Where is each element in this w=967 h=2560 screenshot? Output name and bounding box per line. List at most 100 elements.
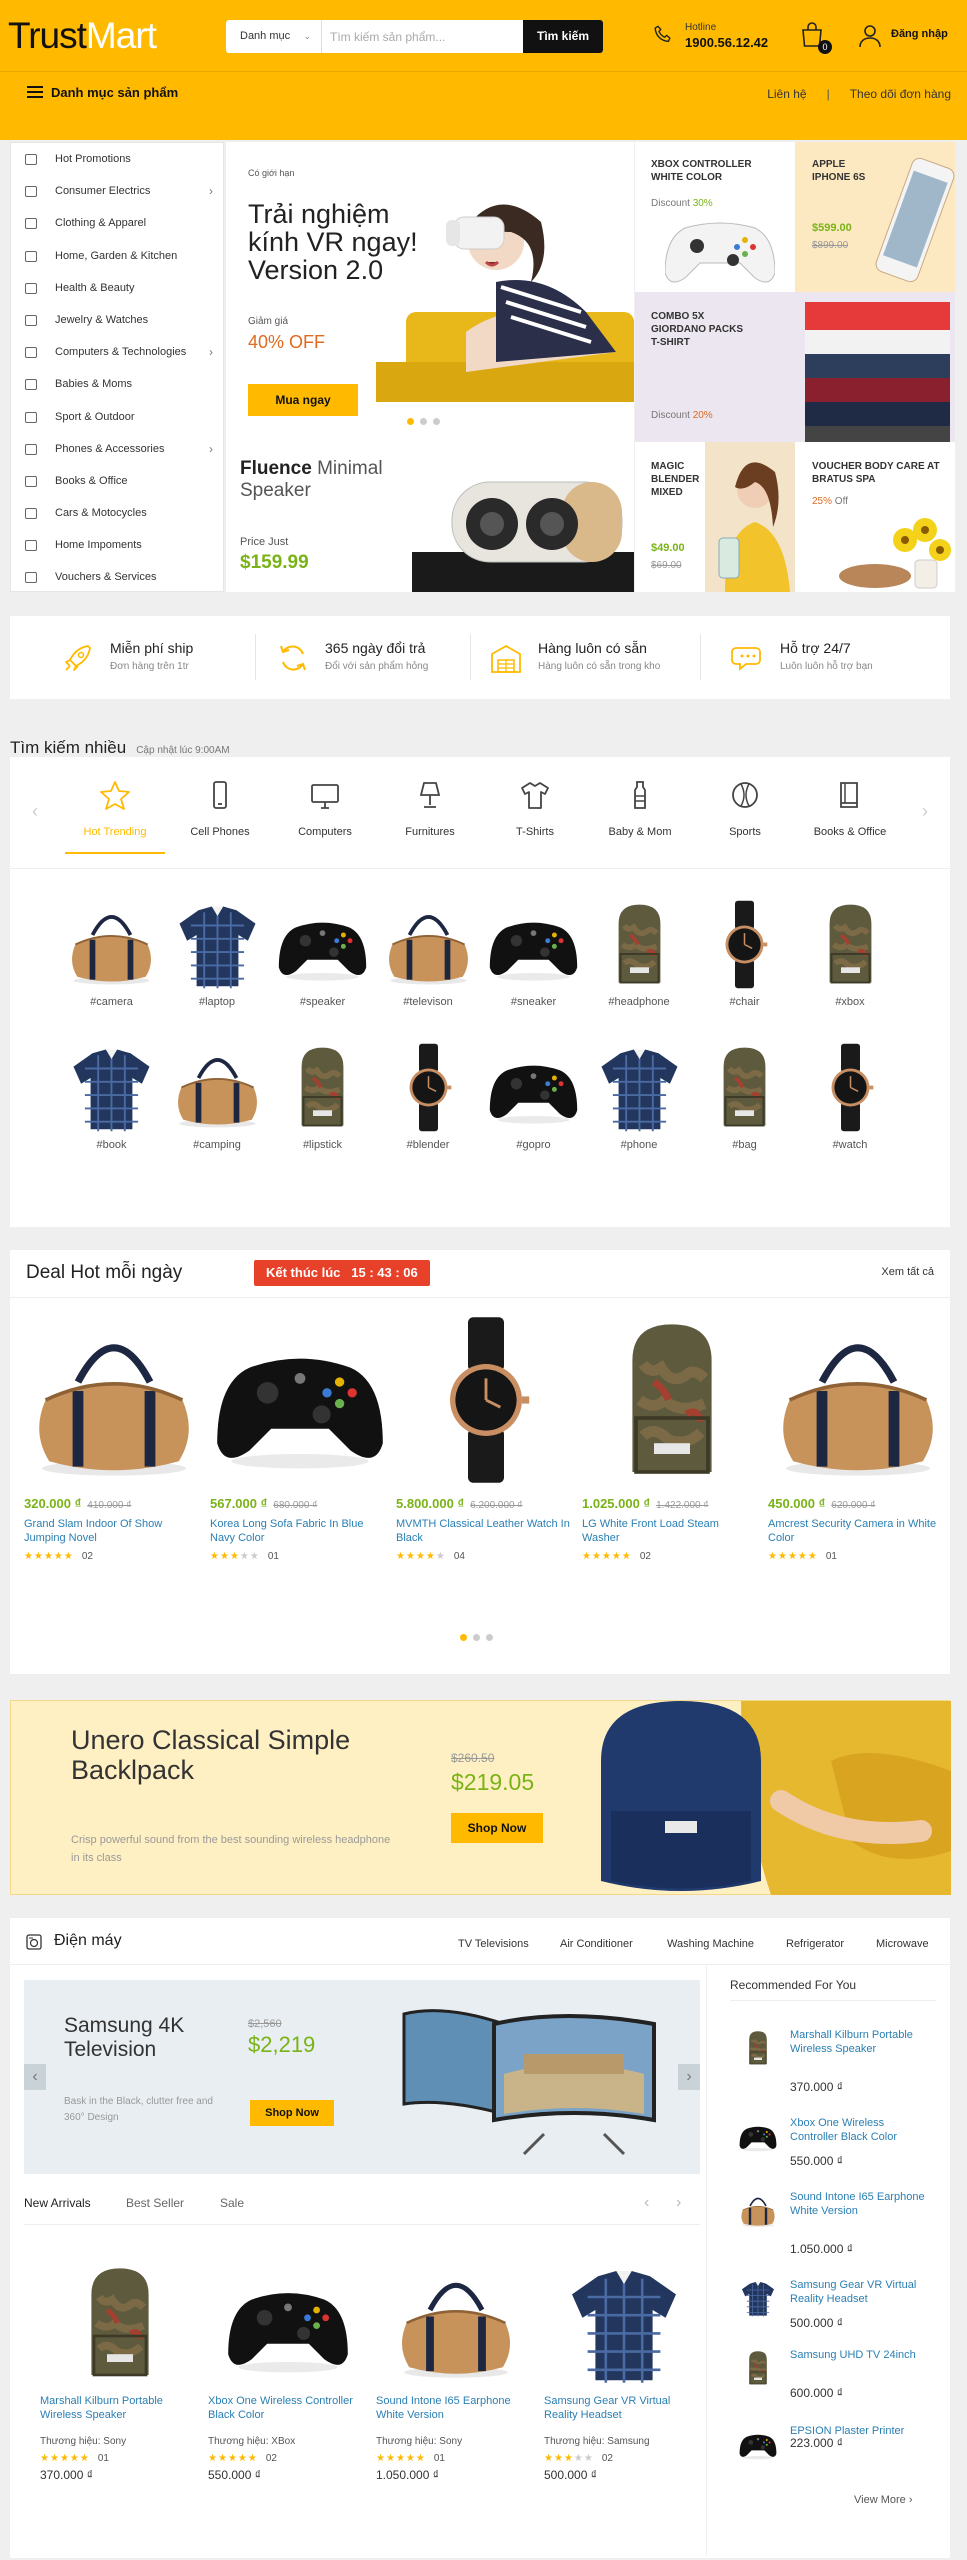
deal-dot-1[interactable] [460, 1634, 467, 1641]
iphone-tile[interactable]: APPLE IPHONE 6S $599.00 $899.00 [795, 142, 955, 292]
search-category-select[interactable]: Danh mục ⌄ [226, 20, 322, 53]
sidebar-item[interactable]: Cars & Motocycles [11, 497, 223, 529]
trending-product[interactable]: #bag [697, 1040, 792, 1151]
category-tab[interactable]: Books & Office [800, 779, 900, 838]
trending-product[interactable]: #televison [381, 897, 476, 1008]
recommended-item[interactable]: EPSION Plaster Printer 223.000 ₫ [738, 2424, 958, 2512]
sidebar-item[interactable]: Home, Garden & Kitchen [11, 240, 223, 272]
promo-shop-now-button[interactable]: Shop Now [250, 2100, 334, 2126]
product-name[interactable]: Marshall Kilburn Portable Wireless Speak… [790, 2028, 925, 2056]
category-tab[interactable]: T-Shirts [485, 779, 585, 838]
product-filter-tab[interactable]: New Arrivals [24, 2196, 91, 2210]
electronics-tab[interactable]: Microwave [876, 1938, 929, 1950]
backpack-banner[interactable]: Unero Classical Simple Backlpack Crisp p… [10, 1700, 951, 1895]
hero-dot-1[interactable] [407, 418, 414, 425]
sidebar-item[interactable]: Jewelry & Watches [11, 304, 223, 336]
prev-arrow-icon[interactable]: ‹ [32, 801, 38, 822]
new-arrival-product[interactable]: Xbox One Wireless Controller Black Color… [208, 2258, 368, 2482]
sidebar-item[interactable]: Consumer Electrics › [11, 175, 223, 207]
deal-product[interactable]: 450.000 ₫ 620.000 ₫ Amcrest Security Camer… [768, 1310, 948, 1562]
deal-product[interactable]: 1.025.000 ₫ 1.422.000 ₫ LG White Front Loa… [582, 1310, 762, 1562]
deal-product[interactable]: 320.000 ₫ 410.000 ₫ Grand Slam Indoor Of S… [24, 1310, 204, 1562]
xbox-controller-tile[interactable]: XBOX CONTROLLER WHITE COLOR Discount 30% [635, 142, 795, 292]
recommended-item[interactable]: Sound Intone I65 Earphone White Version 1… [738, 2190, 958, 2278]
product-name[interactable]: LG White Front Load Steam Washer [582, 1517, 757, 1545]
sidebar-item[interactable]: Vouchers & Services [11, 561, 223, 593]
sidebar-item[interactable]: Hot Promotions [11, 143, 223, 175]
product-name[interactable]: Sound Intone I65 Earphone White Version [376, 2394, 536, 2436]
blender-tile[interactable]: MAGIC BLENDER MIXED $49.00 $69.00 [635, 442, 795, 592]
product-name[interactable]: Xbox One Wireless Controller Black Color [790, 2116, 925, 2144]
samsung-tv-promo[interactable]: ‹ › Samsung 4K Television $2,560 $2,219 … [24, 1980, 700, 2174]
product-name[interactable]: Xbox One Wireless Controller Black Color [208, 2394, 368, 2436]
sidebar-item[interactable]: Computers & Technologies › [11, 336, 223, 368]
track-order-link[interactable]: Theo dõi đơn hàng [850, 87, 951, 101]
hero-buy-button[interactable]: Mua ngay [248, 384, 358, 416]
electronics-tab[interactable]: Refrigerator [786, 1938, 844, 1950]
electronics-tab[interactable]: Air Conditioner [560, 1938, 633, 1950]
trending-product[interactable]: #phone [592, 1040, 687, 1151]
next-arrow-icon[interactable]: › [676, 2194, 681, 2212]
trending-product[interactable]: #watch [803, 1040, 898, 1151]
recommended-item[interactable]: Marshall Kilburn Portable Wireless Speak… [738, 2028, 958, 2116]
spa-voucher-tile[interactable]: VOUCHER BODY CARE AT BRATUS SPA 25% Off [795, 442, 955, 592]
sidebar-item[interactable]: Home Impoments [11, 529, 223, 561]
trending-product[interactable]: #chair [697, 897, 792, 1008]
trending-product[interactable]: #gopro [486, 1040, 581, 1151]
banner-shop-now-button[interactable]: Shop Now [451, 1813, 543, 1843]
category-tab[interactable]: Furnitures [380, 779, 480, 838]
recommended-item[interactable]: Samsung UHD TV 24inch 600.000 ₫ [738, 2348, 958, 2436]
product-filter-tab[interactable]: Best Seller [126, 2196, 184, 2210]
prev-arrow-icon[interactable]: ‹ [644, 2194, 649, 2212]
contact-link[interactable]: Liên hệ [767, 87, 806, 101]
new-arrival-product[interactable]: Marshall Kilburn Portable Wireless Speak… [40, 2258, 200, 2482]
new-arrival-product[interactable]: Samsung Gear VR Virtual Reality Headset T… [544, 2258, 704, 2482]
category-menu-toggle[interactable]: Danh mục sản phẩm [27, 85, 178, 100]
sidebar-item[interactable]: Phones & Accessories › [11, 433, 223, 465]
next-arrow-icon[interactable]: › [922, 801, 928, 822]
cart-button[interactable]: 0 [800, 22, 832, 54]
product-filter-tab[interactable]: Sale [220, 2196, 244, 2210]
deal-product[interactable]: 5.800.000 ₫ 6.200.000 ₫ MVMTH Classical Le… [396, 1310, 576, 1562]
tshirt-combo-tile[interactable]: COMBO 5X GIORDANO PACKS T-SHIRT Discount… [635, 292, 955, 442]
product-name[interactable]: Amcrest Security Camera in White Color [768, 1517, 943, 1545]
trending-product[interactable]: #book [64, 1040, 159, 1151]
trending-product[interactable]: #speaker [275, 897, 370, 1008]
trending-product[interactable]: #headphone [592, 897, 687, 1008]
promo-prev-arrow[interactable]: ‹ [24, 2064, 46, 2090]
product-name[interactable]: Samsung UHD TV 24inch [790, 2348, 925, 2362]
speaker-promo-tile[interactable]: Fluence Minimal Speaker Price Just $159.… [226, 442, 634, 592]
category-tab[interactable]: Computers [275, 779, 375, 838]
category-tab[interactable]: Cell Phones [170, 779, 270, 838]
trending-product[interactable]: #laptop [170, 897, 265, 1008]
sidebar-item[interactable]: Books & Office [11, 465, 223, 497]
new-arrival-product[interactable]: Sound Intone I65 Earphone White Version T… [376, 2258, 536, 2482]
trending-product[interactable]: #lipstick [275, 1040, 370, 1151]
promo-next-arrow[interactable]: › [678, 2064, 700, 2090]
site-logo[interactable]: TrustMart [8, 16, 157, 56]
product-name[interactable]: Marshall Kilburn Portable Wireless Speak… [40, 2394, 200, 2436]
product-name[interactable]: Grand Slam Indoor Of Show Jumping Novel [24, 1517, 199, 1545]
deal-dot-3[interactable] [486, 1634, 493, 1641]
trending-product[interactable]: #xbox [803, 897, 898, 1008]
hero-dot-3[interactable] [433, 418, 440, 425]
product-name[interactable]: Sound Intone I65 Earphone White Version [790, 2190, 925, 2218]
electronics-tab[interactable]: Washing Machine [667, 1938, 754, 1950]
trending-product[interactable]: #sneaker [486, 897, 581, 1008]
trending-product[interactable]: #blender [381, 1040, 476, 1151]
category-tab[interactable]: Baby & Mom [590, 779, 690, 838]
search-input[interactable] [330, 26, 500, 48]
product-name[interactable]: Samsung Gear VR Virtual Reality Headset [790, 2278, 925, 2306]
category-tab[interactable]: Sports [695, 779, 795, 838]
trending-product[interactable]: #camera [64, 897, 159, 1008]
product-name[interactable]: MVMTH Classical Leather Watch In Black [396, 1517, 571, 1545]
sidebar-item[interactable]: Sport & Outdoor [11, 401, 223, 433]
view-all-link[interactable]: Xem tất cả [881, 1266, 934, 1278]
sidebar-item[interactable]: Clothing & Apparel [11, 207, 223, 239]
sidebar-item[interactable]: Health & Beauty [11, 272, 223, 304]
product-name[interactable]: Korea Long Sofa Fabric In Blue Navy Colo… [210, 1517, 385, 1545]
deal-dot-2[interactable] [473, 1634, 480, 1641]
product-name[interactable]: Samsung Gear VR Virtual Reality Headset [544, 2394, 704, 2436]
deal-product[interactable]: 567.000 ₫ 680.000 ₫ Korea Long Sofa Fabric… [210, 1310, 390, 1562]
trending-product[interactable]: #camping [170, 1040, 265, 1151]
